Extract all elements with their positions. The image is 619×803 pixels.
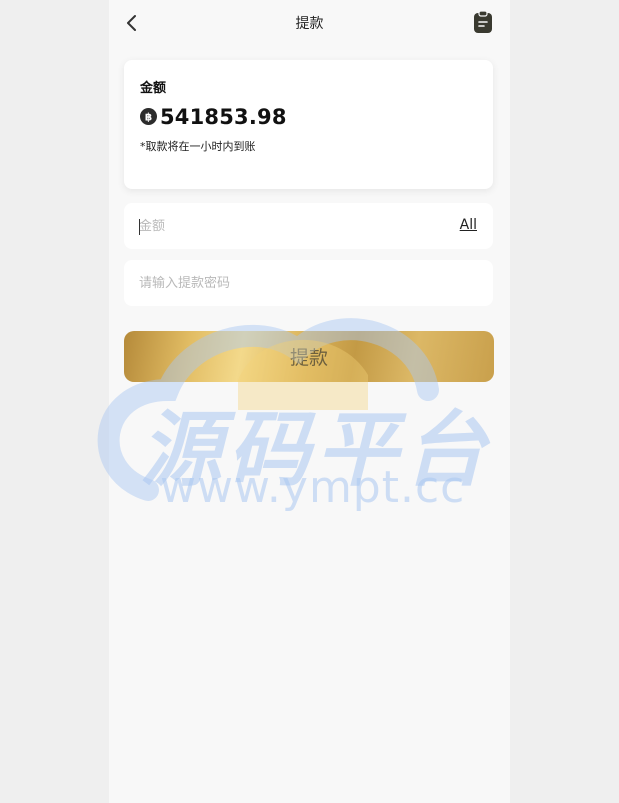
svg-text:฿: ฿ xyxy=(145,111,152,123)
amount-input[interactable] xyxy=(139,203,429,249)
app-screen: 提款 金额 ฿ 541853.98 *取款将在一小时内到账 All 提款 xyxy=(109,0,510,803)
withdraw-records-button[interactable] xyxy=(473,10,493,34)
all-amount-button[interactable]: All xyxy=(460,217,477,233)
withdraw-submit-button[interactable]: 提款 xyxy=(124,331,494,382)
text-caret xyxy=(139,219,140,235)
balance-card: 金额 ฿ 541853.98 *取款将在一小时内到账 xyxy=(124,60,493,189)
clipboard-icon xyxy=(474,10,492,33)
balance-label: 金额 xyxy=(140,81,167,96)
balance-amount: 541853.98 xyxy=(160,105,287,129)
withdraw-password-input[interactable] xyxy=(139,260,429,306)
page-title: 提款 xyxy=(295,16,324,32)
top-bar: 提款 xyxy=(109,0,510,46)
amount-field-container: All xyxy=(124,203,493,249)
baht-coin-icon: ฿ xyxy=(140,108,157,125)
password-field-container xyxy=(124,260,493,306)
arrival-note: *取款将在一小时内到账 xyxy=(140,140,256,153)
